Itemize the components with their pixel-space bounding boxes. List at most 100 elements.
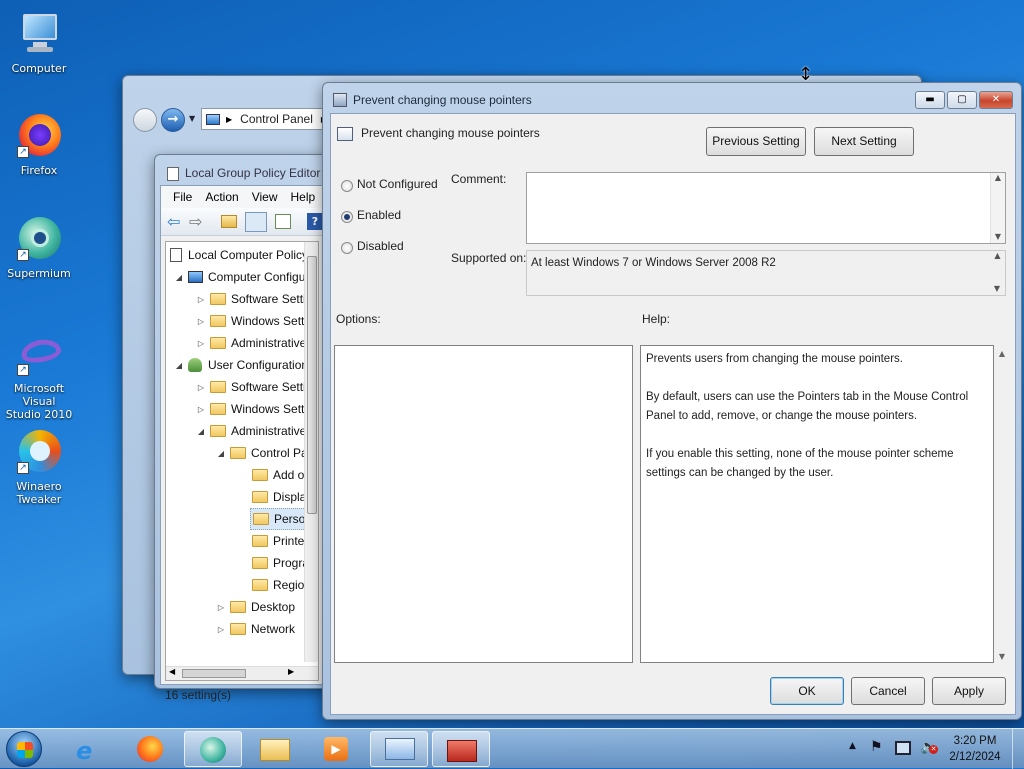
volume-muted-icon[interactable]: 🔈✕ (920, 739, 938, 755)
tree-item[interactable]: ◢ Control Pa (216, 442, 308, 464)
desktop-icon-computer[interactable]: Computer (1, 10, 77, 75)
back-arrow-icon[interactable]: ⇦ (167, 212, 180, 231)
export-list-icon[interactable] (275, 214, 291, 229)
collapsed-arrow-icon[interactable]: ▷ (196, 405, 206, 414)
scroll-thumb[interactable] (182, 669, 246, 678)
tree-item[interactable]: Regio (252, 574, 304, 596)
tree-item[interactable]: ▷ Windows Settin (196, 398, 314, 420)
supported-scrollbar[interactable]: ▲ ▼ (990, 251, 1005, 295)
back-button[interactable] (133, 108, 157, 132)
close-button[interactable]: ✕ (979, 91, 1013, 109)
tree-item[interactable]: ▷ Windows Settin (196, 310, 314, 332)
maximize-button[interactable]: ▢ (947, 91, 977, 109)
show-desktop-button[interactable] (1012, 729, 1024, 769)
minimize-button[interactable]: ▬ (915, 91, 945, 109)
collapsed-arrow-icon[interactable]: ▷ (196, 317, 206, 326)
address-bar[interactable]: ▶ Control Panel ▶ (201, 108, 331, 130)
scroll-up-arrow-icon[interactable]: ▲ (990, 251, 1005, 260)
network-icon[interactable] (895, 741, 911, 755)
policy-tree[interactable]: Local Computer Policy ◢ Computer Configur… (165, 241, 319, 681)
tree-item-selected[interactable]: Perso (250, 508, 310, 530)
group-policy-editor-window[interactable]: Local Group Policy Editor File Action Vi… (154, 154, 334, 702)
forward-arrow-icon[interactable]: ⇨ (189, 212, 202, 231)
help-scrollbar[interactable]: ▲ ▼ (995, 345, 1009, 663)
collapsed-arrow-icon[interactable]: ▷ (196, 339, 206, 348)
menu-action[interactable]: Action (205, 190, 238, 204)
radio-enabled-label[interactable]: Enabled (357, 208, 401, 222)
up-folder-icon[interactable] (221, 215, 237, 228)
scroll-thumb[interactable] (307, 256, 317, 514)
tree-item[interactable]: ▷ Software Settin (196, 288, 312, 310)
taskbar-firefox[interactable] (122, 731, 180, 767)
tree-item[interactable]: ▷ Administrative (196, 332, 306, 354)
scroll-down-arrow-icon[interactable]: ▼ (990, 284, 1004, 293)
comment-textarea[interactable]: ▲ ▼ (526, 172, 1006, 244)
clock[interactable]: 3:20 PM 2/12/2024 (945, 733, 1005, 765)
scroll-down-arrow-icon[interactable]: ▼ (991, 232, 1005, 241)
tree-item[interactable]: ▷ Software Settin (196, 376, 312, 398)
tree-vertical-scrollbar[interactable] (304, 242, 318, 662)
next-setting-button[interactable]: Next Setting (814, 127, 914, 156)
desktop-icon-winaero-tweaker[interactable]: ↗ Winaero Tweaker (1, 428, 77, 506)
scroll-up-arrow-icon[interactable]: ▲ (995, 349, 1009, 358)
scroll-down-arrow-icon[interactable]: ▼ (995, 652, 1009, 661)
expanded-arrow-icon[interactable]: ◢ (196, 427, 206, 436)
tree-item[interactable]: Displa (252, 486, 306, 508)
desktop-icon-visual-studio[interactable]: ↗ Microsoft Visual Studio 2010 (1, 330, 77, 421)
taskbar-group-policy-editor[interactable] (432, 731, 490, 767)
tree-item[interactable]: Local Computer Policy (170, 244, 308, 266)
radio-disabled[interactable] (341, 242, 353, 254)
radio-not-configured-label[interactable]: Not Configured (357, 177, 438, 191)
tree-horizontal-scrollbar[interactable]: ◀ ▶ (166, 666, 318, 680)
tree-item[interactable]: Add o (252, 464, 304, 486)
collapsed-arrow-icon[interactable]: ▷ (216, 603, 226, 612)
collapsed-arrow-icon[interactable]: ▷ (196, 295, 206, 304)
supported-on-value: At least Windows 7 or Windows Server 200… (531, 257, 776, 269)
tree-item[interactable]: ▷ Network (216, 618, 295, 640)
expanded-arrow-icon[interactable]: ◢ (216, 449, 226, 458)
taskbar-file-explorer[interactable] (246, 731, 304, 767)
tree-item[interactable]: ▷ Desktop (216, 596, 295, 618)
start-button[interactable] (6, 731, 42, 767)
radio-enabled[interactable] (341, 211, 353, 223)
radio-disabled-label[interactable]: Disabled (357, 239, 404, 253)
tree-item[interactable]: Progra (252, 552, 309, 574)
desktop-icon-firefox[interactable]: ↗ Firefox (1, 112, 77, 177)
show-hidden-icons-chevron-icon[interactable]: ▲ (849, 741, 856, 751)
collapsed-arrow-icon[interactable]: ▷ (196, 383, 206, 392)
apply-button[interactable]: Apply (932, 677, 1006, 705)
taskbar-control-panel[interactable] (370, 731, 428, 767)
scroll-left-arrow-icon[interactable]: ◀ (169, 667, 175, 676)
expanded-arrow-icon[interactable]: ◢ (174, 361, 184, 370)
desktop-icon-supermium[interactable]: ↗ Supermium (1, 215, 77, 280)
toolbox-icon (447, 740, 477, 762)
scroll-up-arrow-icon[interactable]: ▲ (991, 173, 1005, 182)
policy-setting-dialog[interactable]: Prevent changing mouse pointers ▬ ▢ ✕ Pr… (322, 82, 1022, 720)
tree-item[interactable]: ◢ User Configuration (174, 354, 308, 376)
comment-scrollbar[interactable]: ▲ ▼ (990, 173, 1005, 243)
gpedit-toolbar: ⇦ ⇨ ? (161, 208, 333, 236)
tree-item[interactable]: ◢ Computer Configura (174, 266, 316, 288)
previous-setting-button[interactable]: Previous Setting (706, 127, 806, 156)
taskbar-internet-explorer[interactable]: e (60, 731, 118, 767)
help-icon[interactable]: ? (307, 213, 323, 230)
taskbar-supermium[interactable] (184, 731, 242, 767)
menu-help[interactable]: Help (291, 190, 316, 204)
show-hide-tree-icon[interactable] (245, 212, 267, 232)
menu-file[interactable]: File (173, 190, 192, 204)
scroll-right-arrow-icon[interactable]: ▶ (288, 667, 294, 676)
menu-view[interactable]: View (252, 190, 278, 204)
action-center-flag-icon[interactable]: ⚑ (870, 739, 883, 755)
tree-item[interactable]: ◢ Administrative (196, 420, 306, 442)
recent-pages-chevron-icon[interactable]: ▼ (189, 114, 195, 123)
cancel-button[interactable]: Cancel (851, 677, 925, 705)
taskbar-media-player[interactable]: ▶ (308, 731, 366, 767)
radio-not-configured[interactable] (341, 180, 353, 192)
folder-icon (210, 425, 226, 437)
expanded-arrow-icon[interactable]: ◢ (174, 273, 184, 282)
tree-item[interactable]: Printe (252, 530, 304, 552)
collapsed-arrow-icon[interactable]: ▷ (216, 625, 226, 634)
desktop-icon-label: Microsoft Visual (13, 382, 65, 408)
ok-button[interactable]: OK (770, 677, 844, 705)
forward-button[interactable]: → (161, 108, 185, 132)
